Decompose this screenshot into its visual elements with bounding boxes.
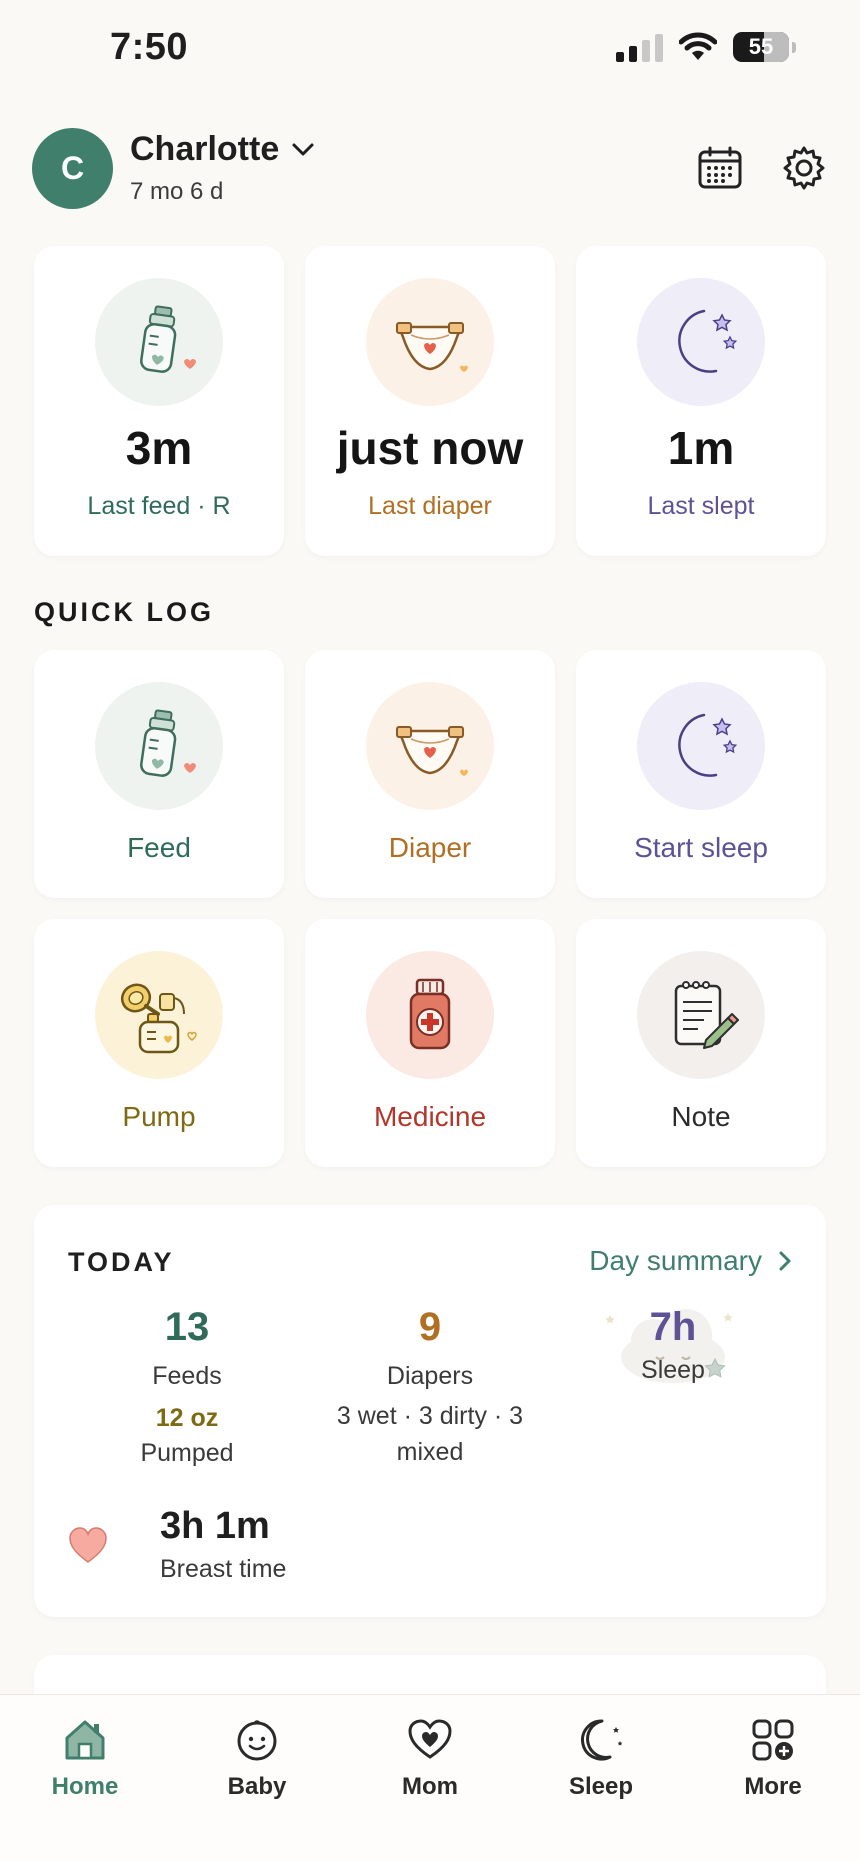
wifi-icon xyxy=(679,32,717,60)
calendar-button[interactable] xyxy=(696,144,744,192)
breast-time-value: 3h 1m xyxy=(160,1505,270,1547)
last-sleep-label: Last slept xyxy=(647,492,755,520)
baby-switcher[interactable]: Charlotte xyxy=(130,130,315,169)
last-feed-label: Last feed · R xyxy=(87,492,231,520)
medicine-icon-circle xyxy=(366,951,494,1079)
notepad-icon xyxy=(674,981,739,1049)
diaper-icon-circle xyxy=(366,682,494,810)
sleep-icon-circle xyxy=(637,682,765,810)
battery-icon: 55 xyxy=(733,32,789,62)
last-diaper-label: Last diaper xyxy=(368,492,492,520)
diapers-label: Diapers xyxy=(386,1362,474,1390)
feeds-label: Feeds xyxy=(152,1362,222,1390)
diaper-icon-circle xyxy=(366,278,494,406)
pumped-amount: 12 oz xyxy=(155,1404,219,1432)
quick-log-start-sleep[interactable]: Start sleep xyxy=(576,650,826,898)
tab-home-label: Home xyxy=(51,1773,119,1800)
tab-baby[interactable]: Baby xyxy=(187,1713,327,1801)
tab-sleep[interactable]: Sleep xyxy=(531,1713,671,1801)
today-title: TODAY xyxy=(68,1247,175,1277)
feeds-stat: 13 Feeds 12 oz Pumped xyxy=(67,1305,307,1471)
quick-log-pump[interactable]: Pump xyxy=(34,919,284,1167)
day-summary-link[interactable]: Day summary xyxy=(589,1245,792,1277)
feed-icon-circle xyxy=(95,278,223,406)
diaper-icon xyxy=(396,726,468,776)
diapers-detail: 3 wet · 3 dirty · 3 mixed xyxy=(336,1402,524,1466)
quick-log-feed[interactable]: Feed xyxy=(34,650,284,898)
quick-log-start-sleep-label: Start sleep xyxy=(634,832,768,863)
sleep-stat: 7h Sleep xyxy=(553,1305,793,1388)
moon-icon xyxy=(678,713,738,777)
settings-button[interactable] xyxy=(780,144,828,192)
status-icons: 55 xyxy=(616,32,796,62)
diaper-icon xyxy=(396,322,468,372)
avatar[interactable]: C xyxy=(32,128,113,209)
quick-log-diaper[interactable]: Diaper xyxy=(305,650,555,898)
quick-log-pump-label: Pump xyxy=(122,1101,196,1132)
diapers-stat: 9 Diapers 3 wet · 3 dirty · 3 mixed xyxy=(310,1305,550,1470)
sleep-label: Sleep xyxy=(641,1356,705,1384)
quick-log-note-label: Note xyxy=(671,1101,731,1132)
grid-plus-icon xyxy=(752,1719,794,1761)
pump-icon-circle xyxy=(95,951,223,1079)
baby-face-icon xyxy=(237,1720,277,1761)
quick-log-medicine[interactable]: Medicine xyxy=(305,919,555,1167)
chevron-down-icon xyxy=(292,143,314,155)
tab-sleep-label: Sleep xyxy=(568,1773,634,1800)
bottle-icon xyxy=(140,709,196,777)
baby-name: Charlotte xyxy=(130,130,280,168)
moon-icon xyxy=(678,309,738,373)
bottle-icon xyxy=(140,305,196,373)
quick-log-medicine-label: Medicine xyxy=(373,1101,487,1132)
sleep-total: 7h xyxy=(649,1305,697,1349)
pumped-label: Pumped xyxy=(140,1439,234,1467)
moon-icon xyxy=(581,1719,623,1761)
today-card: TODAY Day summary 13 Feeds 12 oz Pumped … xyxy=(34,1205,826,1617)
sleep-icon-circle xyxy=(637,278,765,406)
tab-more-label: More xyxy=(744,1773,802,1800)
chevron-right-icon xyxy=(779,1251,791,1271)
quick-log-feed-label: Feed xyxy=(127,832,191,863)
tab-home[interactable]: Home xyxy=(15,1713,155,1801)
quick-log-diaper-label: Diaper xyxy=(388,832,472,863)
home-icon xyxy=(65,1720,105,1760)
note-icon-circle xyxy=(637,951,765,1079)
tab-bar: Home Baby Mom Sleep More xyxy=(0,1694,860,1861)
diapers-count: 9 xyxy=(418,1305,442,1349)
tab-more[interactable]: More xyxy=(703,1713,843,1801)
heart-icon xyxy=(69,1527,107,1563)
gear-icon xyxy=(783,146,825,190)
last-diaper-value: just now xyxy=(336,422,524,474)
day-summary-label: Day summary xyxy=(589,1245,762,1276)
cellular-signal-icon xyxy=(616,32,663,62)
calendar-icon xyxy=(698,146,742,189)
tab-mom[interactable]: Mom xyxy=(360,1713,500,1801)
last-sleep-value: 1m xyxy=(667,422,735,474)
breast-pump-icon xyxy=(120,983,197,1054)
heart-icon xyxy=(408,1719,452,1759)
tab-mom-label: Mom xyxy=(402,1773,458,1800)
last-feed-value: 3m xyxy=(125,422,193,474)
last-sleep-card[interactable]: 1m Last slept xyxy=(576,246,826,556)
medicine-bottle-icon xyxy=(409,978,451,1050)
last-feed-card[interactable]: 3m Last feed · R xyxy=(34,246,284,556)
baby-age: 7 mo 6 d xyxy=(130,178,224,205)
header: C Charlotte 7 mo 6 d xyxy=(32,128,828,210)
battery-level: 55 xyxy=(748,34,774,59)
tab-baby-label: Baby xyxy=(227,1773,287,1800)
status-bar: 7:50 55 xyxy=(0,0,860,100)
quick-log-note[interactable]: Note xyxy=(576,919,826,1167)
quick-log-title: QUICK LOG xyxy=(34,597,214,627)
feed-icon-circle xyxy=(95,682,223,810)
feeds-count: 13 xyxy=(164,1305,210,1349)
breast-time-label: Breast time xyxy=(160,1555,287,1583)
status-time: 7:50 xyxy=(110,26,189,68)
last-diaper-card[interactable]: just now Last diaper xyxy=(305,246,555,556)
battery-tip xyxy=(792,41,796,53)
